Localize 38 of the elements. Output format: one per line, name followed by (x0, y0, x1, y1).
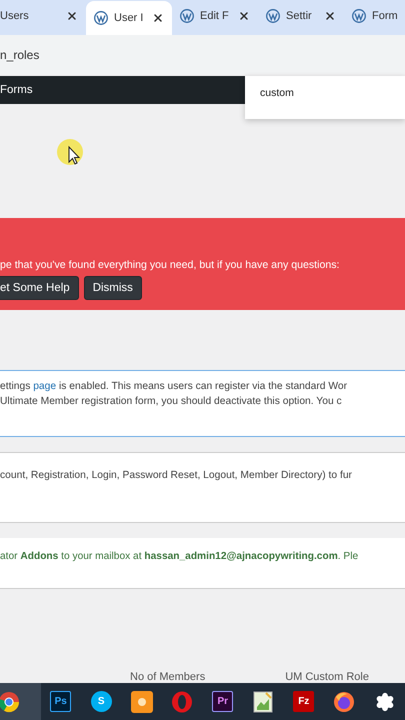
close-icon[interactable] (152, 12, 164, 24)
tab-title: User I (114, 12, 144, 24)
notice-line: ettings page is enabled. This means users can register via the standard Wor (0, 380, 348, 392)
recorder-icon[interactable] (130, 690, 153, 712)
notice-text: ator Addons to your mailbox at hassan_admin12@ajnacopywriting.com. Ple (0, 550, 358, 562)
browser-tab[interactable]: Edit F (172, 1, 258, 32)
notice-text: count, Registration, Login, Password Reset, Logout, Member Directory) to fur (0, 470, 352, 482)
close-icon[interactable] (66, 10, 78, 22)
close-icon[interactable] (324, 10, 336, 22)
help-button[interactable]: et Some Help (0, 276, 79, 300)
browser-tab[interactable]: Settir (258, 1, 344, 32)
dropdown-option[interactable]: custom (260, 87, 294, 100)
dismiss-button[interactable]: Dismiss (84, 276, 142, 300)
url-text[interactable]: n_roles (0, 48, 40, 62)
tab-title: Settir (286, 10, 313, 22)
page-link[interactable]: page (33, 380, 56, 392)
column-header: No of Members (130, 671, 206, 683)
tab-title: Users (0, 10, 30, 22)
browser-tab[interactable]: Form (344, 1, 405, 32)
column-header: UM Custom Role (285, 671, 369, 683)
taskbar-slot[interactable]: Ps (40, 683, 81, 720)
menu-item[interactable]: Forms (0, 84, 33, 96)
firefox-icon[interactable] (333, 690, 356, 712)
notice-line: Ultimate Member registration form, you should deactivate this option. You c (0, 396, 343, 407)
tab-title: Edit F (200, 10, 230, 22)
tab-title: Form (372, 10, 398, 22)
photoshop-icon[interactable]: Ps (50, 691, 72, 712)
browser-tab[interactable]: User I (86, 1, 172, 36)
notepad-icon[interactable] (253, 690, 274, 712)
filezilla-icon[interactable]: Fz (293, 691, 314, 712)
close-icon[interactable] (238, 10, 250, 22)
premiere-icon[interactable]: Pr (212, 691, 234, 712)
chrome-icon[interactable] (0, 690, 20, 712)
opera-icon[interactable] (171, 690, 194, 712)
taskbar-slot[interactable]: Pr (202, 683, 243, 720)
browser-tab[interactable]: Users (0, 1, 86, 32)
notice-text: pe that you've found everything you need, but if you have any questions: (0, 258, 340, 271)
taskbar-slot[interactable]: Fz (284, 683, 324, 720)
